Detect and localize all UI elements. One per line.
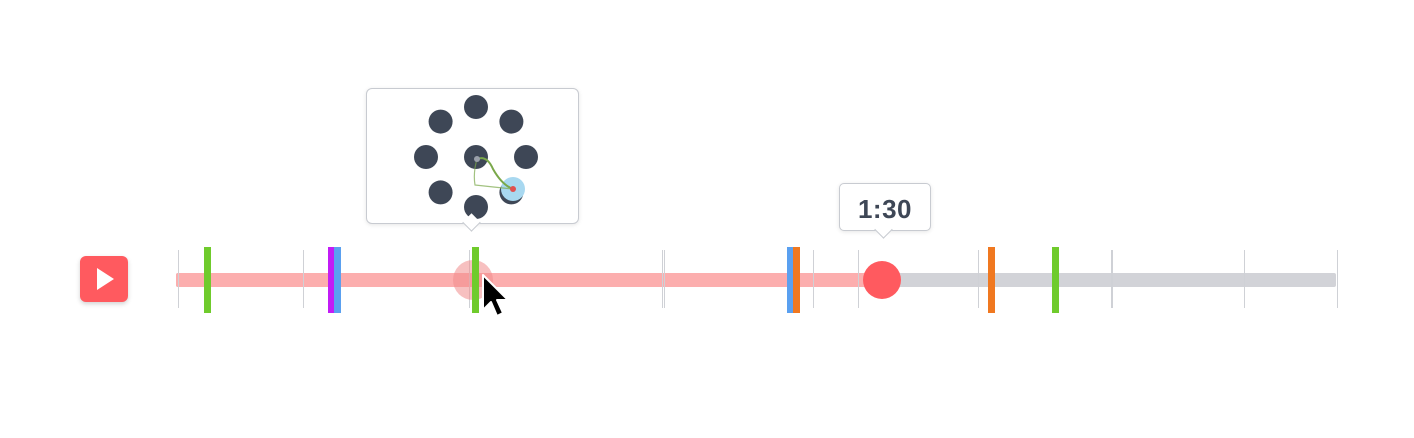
event-marker[interactable]: [988, 247, 995, 313]
preview-thumbnail: [414, 95, 538, 219]
timeline-progress: [176, 273, 882, 287]
target-dot: [514, 145, 538, 169]
target-dot: [499, 109, 524, 134]
timeline-tick: [1337, 250, 1338, 308]
timeline-tick: [858, 250, 859, 308]
play-icon: [97, 268, 114, 290]
event-marker[interactable]: [334, 247, 341, 313]
timeline-tick: [1244, 250, 1245, 308]
timeline-tick: [664, 250, 665, 308]
mouse-pointer-icon: [482, 274, 509, 317]
timeline-tick: [978, 250, 979, 308]
event-marker[interactable]: [793, 247, 800, 313]
target-dot: [464, 95, 488, 119]
target-dot: [414, 145, 438, 169]
current-time-tooltip: 1:30: [839, 183, 931, 239]
timeline-tick: [662, 250, 663, 308]
target-dot: [428, 180, 453, 205]
timeline-tick: [303, 250, 304, 308]
path-end-point: [510, 186, 516, 192]
target-dot: [428, 109, 453, 134]
event-marker[interactable]: [472, 247, 479, 313]
event-marker[interactable]: [1052, 247, 1059, 313]
timeline-track[interactable]: [176, 247, 1338, 314]
timeline-tick: [813, 250, 814, 308]
current-time-label: 1:30: [857, 194, 913, 224]
play-button[interactable]: [80, 256, 128, 302]
timeline-tick: [1112, 250, 1113, 308]
path-start-point: [474, 156, 480, 162]
timeline-tick: [178, 250, 179, 308]
event-marker[interactable]: [204, 247, 211, 313]
preview-tooltip: [366, 88, 579, 232]
playhead-handle[interactable]: [863, 261, 902, 299]
timeline-tick: [1111, 250, 1112, 308]
